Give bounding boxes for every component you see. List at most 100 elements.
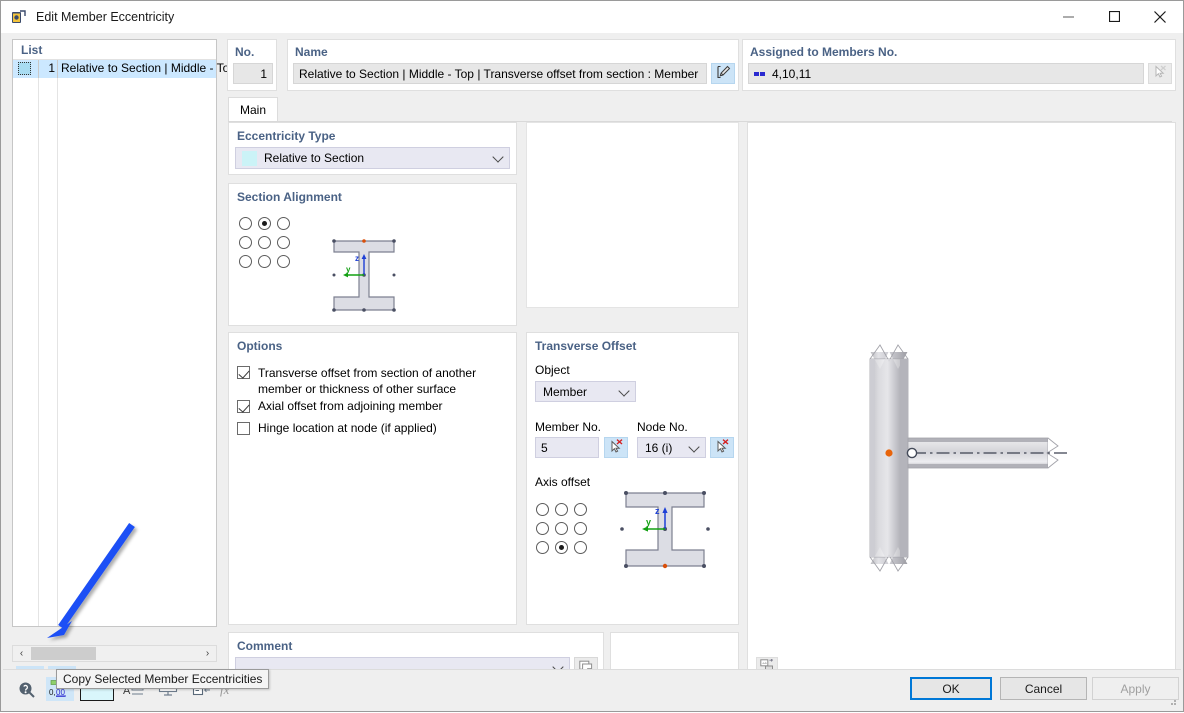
axis-offset-radio-grid[interactable] (533, 500, 590, 557)
axis-offset-r2c1[interactable] (552, 538, 571, 557)
pick-assigned-members-button[interactable] (1148, 63, 1172, 84)
node-no-value: 16 (i) (645, 440, 673, 455)
svg-text:z: z (655, 506, 660, 516)
tab-strip: Main (228, 97, 1172, 122)
option-axial-offset-checkbox[interactable] (237, 399, 250, 413)
assigned-members-label: Assigned to Members No. (750, 45, 898, 59)
list-item-checkbox[interactable] (18, 62, 31, 75)
chevron-down-icon[interactable] (618, 384, 630, 397)
axis-offset-r2c0[interactable] (533, 538, 552, 557)
section-align-r2c1[interactable] (255, 252, 274, 271)
assigned-members-input[interactable]: 4,10,11 (748, 63, 1144, 84)
tab-main[interactable]: Main (228, 97, 278, 122)
tab-main-label: Main (239, 103, 266, 117)
name-label: Name (295, 45, 328, 59)
node-no-combo[interactable]: 16 (i) (637, 437, 706, 458)
chevron-down-icon[interactable] (688, 440, 700, 453)
option-transverse-offset[interactable]: Transverse offset from section of anothe… (237, 365, 512, 397)
option-hinge-location-label: Hinge location at node (if applied) (258, 421, 437, 435)
preview-placeholder-panel (526, 122, 739, 308)
member-no-input[interactable] (535, 437, 599, 458)
tooltip: Copy Selected Member Eccentricities (56, 669, 270, 689)
axis-offset-r1c1[interactable] (552, 519, 571, 538)
list-header-label: List (21, 43, 43, 57)
member-eccentricity-3d-preview[interactable] (747, 122, 1176, 686)
pick-in-graphic-icon (1153, 65, 1167, 82)
minimize-button[interactable] (1045, 1, 1091, 32)
scroll-left-icon[interactable]: ‹ (13, 646, 30, 661)
axis-offset-diagram: z y (612, 488, 717, 591)
member-color-swatch-icon (754, 67, 767, 81)
transverse-offset-group: Transverse Offset Object Member Member N… (526, 332, 739, 625)
section-align-r2c0[interactable] (236, 252, 255, 271)
title-bar: Edit Member Eccentricity (1, 1, 1183, 33)
chevron-down-icon[interactable] (492, 151, 504, 163)
section-align-r1c2[interactable] (274, 233, 293, 252)
section-align-r1c0[interactable] (236, 233, 255, 252)
object-label: Object (535, 363, 570, 377)
scrollbar-thumb[interactable] (31, 647, 96, 660)
number-label: No. (235, 45, 255, 59)
axis-offset-r2c2[interactable] (571, 538, 590, 557)
list-column-divider-2 (57, 78, 58, 626)
window-title: Edit Member Eccentricity (36, 10, 175, 24)
axis-offset-r0c0[interactable] (533, 500, 552, 519)
cancel-button[interactable]: Cancel (1000, 677, 1087, 700)
axis-offset-r1c2[interactable] (571, 519, 590, 538)
list-item[interactable]: 1 Relative to Section | Middle - To (13, 60, 229, 78)
close-button[interactable] (1137, 1, 1183, 32)
pick-in-graphic-icon (609, 439, 623, 456)
section-align-r0c0[interactable] (236, 214, 255, 233)
dialog-client-area: List 1 Relative to Section | Middle - To… (2, 33, 1182, 710)
list-column-divider-1 (38, 78, 39, 626)
pick-member-button[interactable] (604, 437, 628, 458)
member-no-label: Member No. (535, 420, 602, 434)
help-tool-button[interactable] (12, 677, 40, 701)
pick-in-graphic-icon (715, 439, 729, 456)
tooltip-text: Copy Selected Member Eccentricities (63, 672, 263, 686)
section-align-r2c2[interactable] (274, 252, 293, 271)
eccentricity-type-combo[interactable]: Relative to Section (235, 147, 510, 169)
section-alignment-diagram: z y (324, 236, 404, 324)
section-alignment-radio-grid[interactable] (236, 214, 293, 271)
option-hinge-location-checkbox[interactable] (237, 421, 250, 435)
list-item-name: Relative to Section | Middle - To (61, 61, 230, 75)
option-axial-offset-label: Axial offset from adjoining member (258, 399, 443, 413)
eccentricity-type-group: Eccentricity Type Relative to Section (228, 122, 517, 175)
options-title: Options (237, 339, 283, 353)
resize-grip[interactable] (1167, 696, 1177, 706)
section-align-r1c1[interactable] (255, 233, 274, 252)
pick-node-button[interactable] (710, 437, 734, 458)
object-value: Member (543, 384, 588, 399)
name-input[interactable] (293, 63, 707, 84)
option-transverse-offset-checkbox[interactable] (237, 366, 250, 379)
eccentricity-list-panel[interactable]: List 1 Relative to Section | Middle - To (12, 39, 229, 627)
eccentricity-app-icon (10, 8, 28, 26)
svg-text:z: z (355, 254, 359, 263)
section-align-r0c1[interactable] (255, 214, 274, 233)
assigned-members-group: Assigned to Members No. 4,10,11 (742, 39, 1176, 91)
assigned-members-value: 4,10,11 (772, 66, 812, 81)
comment-title: Comment (237, 639, 293, 653)
scroll-right-icon[interactable]: › (199, 646, 216, 661)
edit-name-button[interactable] (711, 63, 735, 84)
maximize-button[interactable] (1091, 1, 1137, 32)
list-horizontal-scrollbar[interactable]: ‹ › (12, 645, 217, 662)
section-align-r0c2[interactable] (274, 214, 293, 233)
apply-button-label: Apply (1120, 681, 1151, 696)
edit-pencil-icon (716, 65, 731, 82)
option-hinge-location[interactable]: Hinge location at node (if applied) (237, 420, 512, 436)
ok-button[interactable]: OK (910, 677, 992, 700)
axis-offset-r0c2[interactable] (571, 500, 590, 519)
axis-offset-label: Axis offset (535, 475, 591, 489)
option-axial-offset[interactable]: Axial offset from adjoining member (237, 398, 512, 414)
axis-offset-r0c1[interactable] (552, 500, 571, 519)
eccentricity-type-swatch (242, 150, 257, 166)
dialog-window: Edit Member Eccentricity List 1 Relative… (0, 0, 1184, 712)
section-alignment-title: Section Alignment (237, 190, 342, 204)
object-combo[interactable]: Member (535, 381, 636, 402)
options-group: Options Transverse offset from section o… (228, 332, 517, 625)
axis-offset-r1c0[interactable] (533, 519, 552, 538)
eccentricity-type-title: Eccentricity Type (237, 129, 336, 143)
number-input[interactable] (233, 63, 273, 84)
